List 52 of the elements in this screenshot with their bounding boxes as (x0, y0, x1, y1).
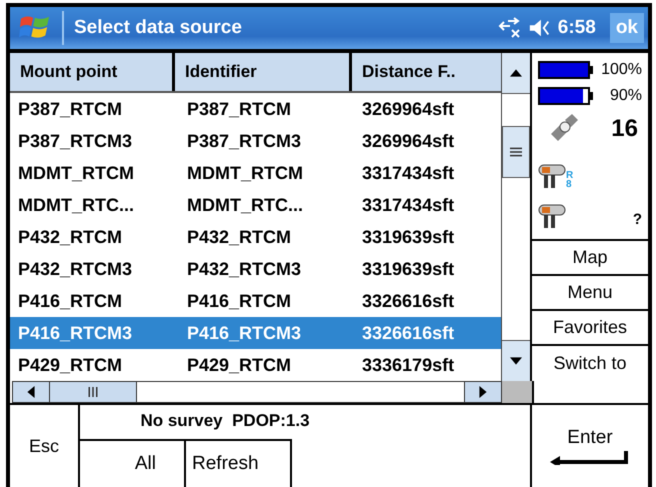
table-cell-text: 3326616sft (361, 290, 456, 312)
receiver-label: ? (632, 211, 642, 229)
table-cell-text: P432_RTCM (17, 226, 124, 248)
table-cell-text: 3317434sft (361, 162, 456, 184)
right-arrow-icon[interactable] (479, 386, 487, 398)
column-header[interactable]: Distance F.. (352, 53, 500, 91)
table-cell-text: P387_RTCM3 (186, 130, 302, 152)
battery-reading: 90% (608, 87, 642, 105)
table-cell-text: P387_RTCM (17, 98, 124, 120)
table-cell-text: MDMT_RTC... (17, 194, 135, 216)
satellite-count: 16 (611, 115, 639, 143)
table-cell-text: P432_RTCM3 (186, 258, 302, 280)
table-cell-text: P429_RTCM (17, 354, 124, 376)
table-cell-text: P432_RTCM3 (17, 258, 134, 280)
table-cell-text: P416_RTCM (17, 290, 124, 312)
receiver-label: R 8 (566, 171, 574, 189)
battery-icon (538, 87, 590, 105)
clock-time[interactable]: 6:58 (558, 17, 596, 39)
table-cell-text: P432_RTCM (186, 226, 292, 248)
table-cell-text: 3269964sft (361, 130, 456, 152)
table-cell-text: MDMT_RTCM (186, 162, 304, 184)
left-arrow-icon[interactable] (27, 386, 35, 398)
receiver-icon (538, 203, 566, 229)
window-title: Select data source (74, 17, 243, 39)
table-cell-text: MDMT_RTCM (17, 162, 135, 184)
battery-reading: 100% (600, 61, 642, 79)
speaker-icon[interactable] (528, 17, 552, 39)
table-row[interactable]: P416_RTCM3 P416_RTCM3 3326616sft (10, 317, 501, 349)
table-cell-text: P429_RTCM (186, 354, 292, 376)
connectivity-icon[interactable] (498, 17, 522, 39)
enter-key-icon (550, 451, 630, 465)
table-cell-text: P387_RTCM3 (17, 130, 134, 152)
receiver-icon (538, 163, 566, 189)
table-cell-text: 3319639sft (361, 226, 456, 248)
survey-status: No survey PDOP:1.3 (139, 410, 311, 432)
table-cell-text: MDMT_RTC... (186, 194, 304, 216)
table-cell-text: 3336179sft (361, 354, 456, 376)
battery-icon (538, 61, 590, 79)
grip-icon (510, 147, 522, 157)
table-cell-text: P416_RTCM (186, 290, 292, 312)
table-cell-text: P416_RTCM3 (186, 322, 302, 344)
down-arrow-icon[interactable] (510, 357, 522, 365)
table-cell-text: 3326616sft (361, 322, 456, 344)
table-cell-text: P387_RTCM (186, 98, 292, 120)
table-cell-text: 3317434sft (361, 194, 456, 216)
up-arrow-icon[interactable] (510, 69, 522, 77)
table-cell-text: 3319639sft (361, 258, 456, 280)
horizontal-scrollbar[interactable] (12, 381, 502, 403)
vertical-scrollbar[interactable] (501, 53, 530, 381)
table-cell-text: P416_RTCM3 (17, 322, 134, 344)
table-cell-text: 3269964sft (361, 98, 456, 120)
grip-icon (88, 387, 98, 397)
